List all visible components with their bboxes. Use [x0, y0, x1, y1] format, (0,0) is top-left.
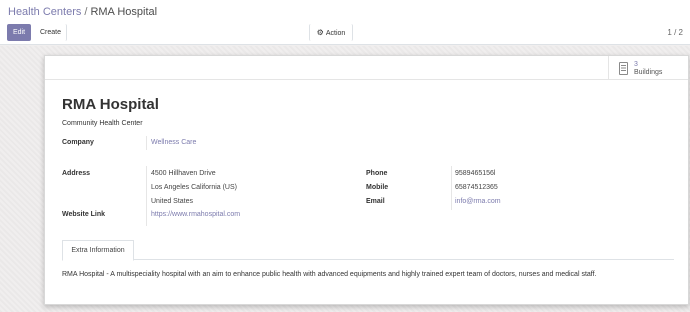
- company-link[interactable]: Wellness Care: [151, 139, 196, 146]
- phone-value[interactable]: 9589465156l: [455, 170, 496, 177]
- form-sheet: 3 Buildings RMA Hospital Community Healt…: [44, 55, 689, 305]
- website-label: Website Link: [62, 211, 106, 218]
- buildings-smart-button[interactable]: 3 Buildings: [608, 56, 688, 80]
- breadcrumb-current: RMA Hospital: [90, 6, 158, 18]
- control-panel: Health Centers / RMA Hospital Edit Create …: [0, 0, 690, 45]
- column-divider: [451, 166, 452, 210]
- create-button[interactable]: Create: [35, 24, 67, 41]
- phone-label: Phone: [366, 170, 388, 177]
- edit-button[interactable]: Edit: [7, 24, 31, 41]
- action-dropdown-button[interactable]: ⚙ Action: [309, 24, 353, 41]
- email-link[interactable]: info@rma.com: [455, 198, 501, 205]
- extra-information-text: RMA Hospital - A multispeciality hospita…: [62, 271, 597, 278]
- mobile-value[interactable]: 65874512365: [455, 184, 498, 191]
- column-divider: [146, 136, 147, 150]
- record-type: Community Health Center: [62, 120, 143, 127]
- breadcrumb: Health Centers / RMA Hospital: [8, 6, 157, 18]
- column-divider: [146, 166, 147, 226]
- smart-button-box: 3 Buildings: [45, 56, 688, 80]
- website-link[interactable]: https://www.rmahospital.com: [151, 211, 240, 218]
- address-label: Address: [62, 170, 91, 177]
- buildings-count: 3: [634, 61, 638, 68]
- building-icon: [619, 62, 628, 75]
- buildings-label: Buildings: [634, 69, 663, 76]
- email-label: Email: [366, 198, 385, 205]
- action-button-label: Action: [325, 30, 346, 37]
- address-country: United States: [151, 198, 194, 205]
- gear-icon: ⚙: [316, 28, 324, 37]
- breadcrumb-parent-link[interactable]: Health Centers: [8, 6, 81, 18]
- tab-extra-information[interactable]: Extra Information: [62, 240, 134, 261]
- company-label: Company: [62, 139, 94, 146]
- record-title: RMA Hospital: [62, 96, 159, 113]
- mobile-label: Mobile: [366, 184, 389, 191]
- address-street: 4500 Hillhaven Drive: [151, 170, 216, 177]
- breadcrumb-separator: /: [84, 6, 88, 18]
- address-city-state: Los Angeles California (US): [151, 184, 237, 191]
- notebook-tabs: Extra Information: [62, 240, 674, 261]
- pager-value[interactable]: 1 / 2: [667, 28, 683, 37]
